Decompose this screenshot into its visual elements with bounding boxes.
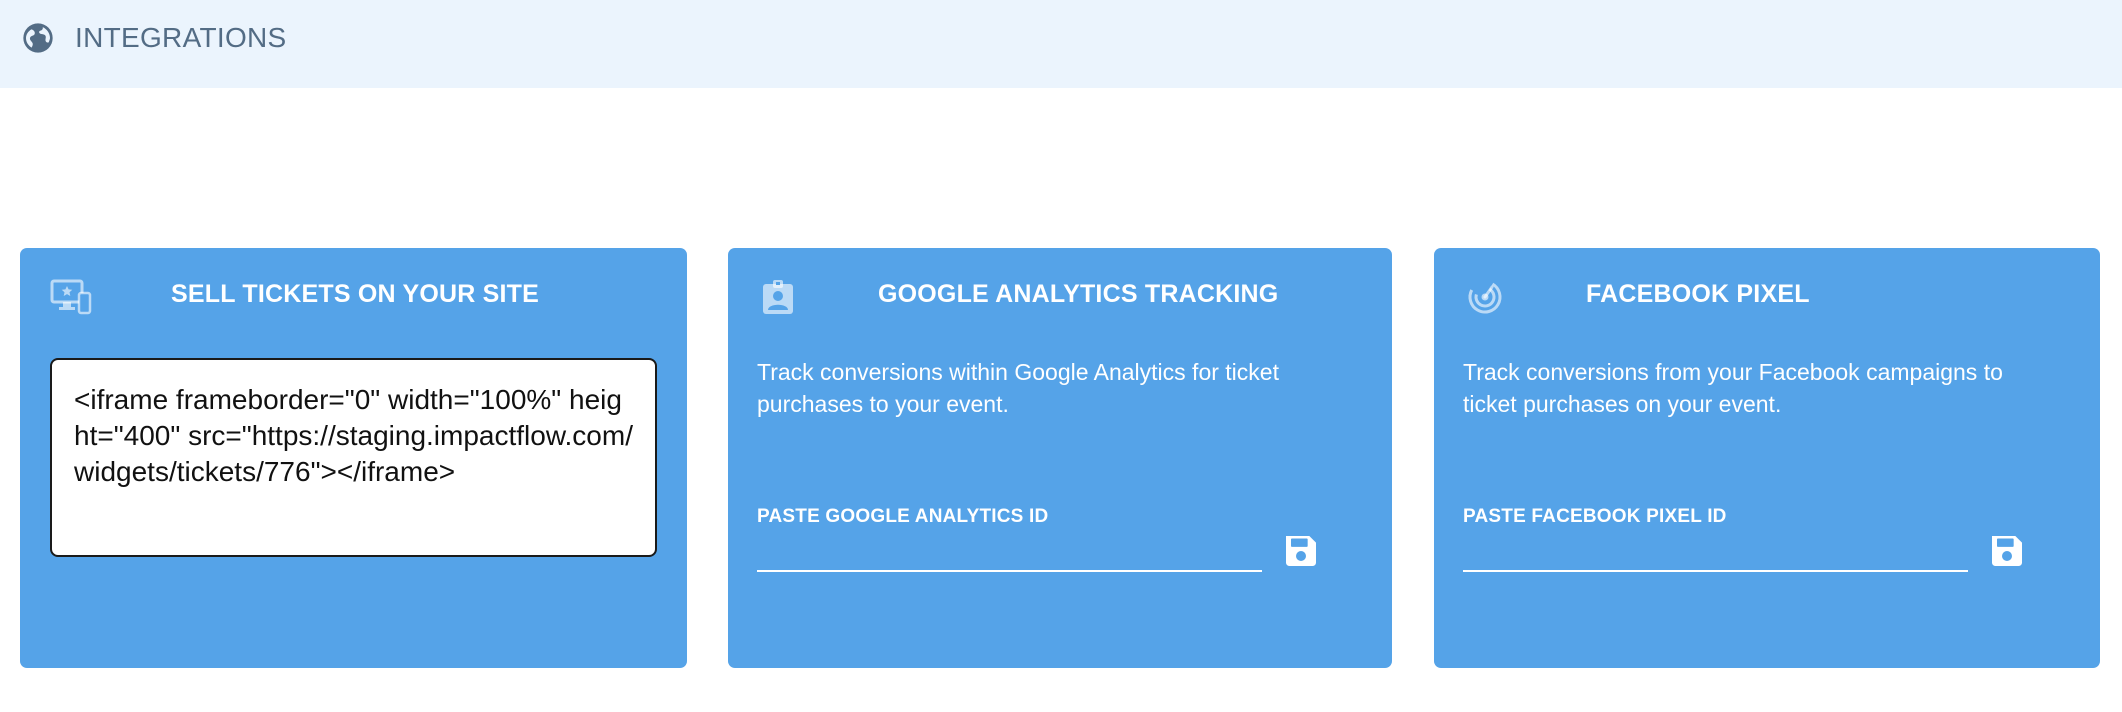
embed-code-box[interactable]: <iframe frameborder="0" width="100%" hei…	[50, 358, 657, 557]
facebook-pixel-field-label: PASTE FACEBOOK PIXEL ID	[1463, 506, 1727, 527]
facebook-pixel-id-input[interactable]	[1463, 530, 1968, 572]
sell-tickets-title: SELL TICKETS ON YOUR SITE	[171, 280, 540, 308]
save-icon[interactable]	[1987, 531, 2027, 571]
facebook-pixel-description: Track conversions from your Facebook cam…	[1463, 359, 2003, 417]
sell-tickets-card: SELL TICKETS ON YOUR SITE <iframe frameb…	[20, 248, 687, 668]
integrations-header: INTEGRATIONS	[0, 0, 2122, 88]
google-analytics-title: GOOGLE ANALYTICS TRACKING	[878, 280, 1279, 308]
radar-icon	[1468, 280, 1502, 314]
facebook-pixel-title: FACEBOOK PIXEL	[1586, 280, 1810, 308]
google-analytics-id-input[interactable]	[757, 530, 1262, 572]
google-analytics-card: GOOGLE ANALYTICS TRACKING Track conversi…	[728, 248, 1392, 668]
google-analytics-description: Track conversions within Google Analytic…	[757, 359, 1279, 417]
save-icon[interactable]	[1281, 531, 1321, 571]
globe-icon	[23, 23, 53, 53]
desktop-star-icon	[50, 279, 92, 315]
badge-icon	[763, 280, 793, 314]
page-title: INTEGRATIONS	[75, 22, 287, 53]
google-analytics-field-label: PASTE GOOGLE ANALYTICS ID	[757, 506, 1049, 527]
facebook-pixel-card: FACEBOOK PIXEL Track conversions from yo…	[1434, 248, 2100, 668]
